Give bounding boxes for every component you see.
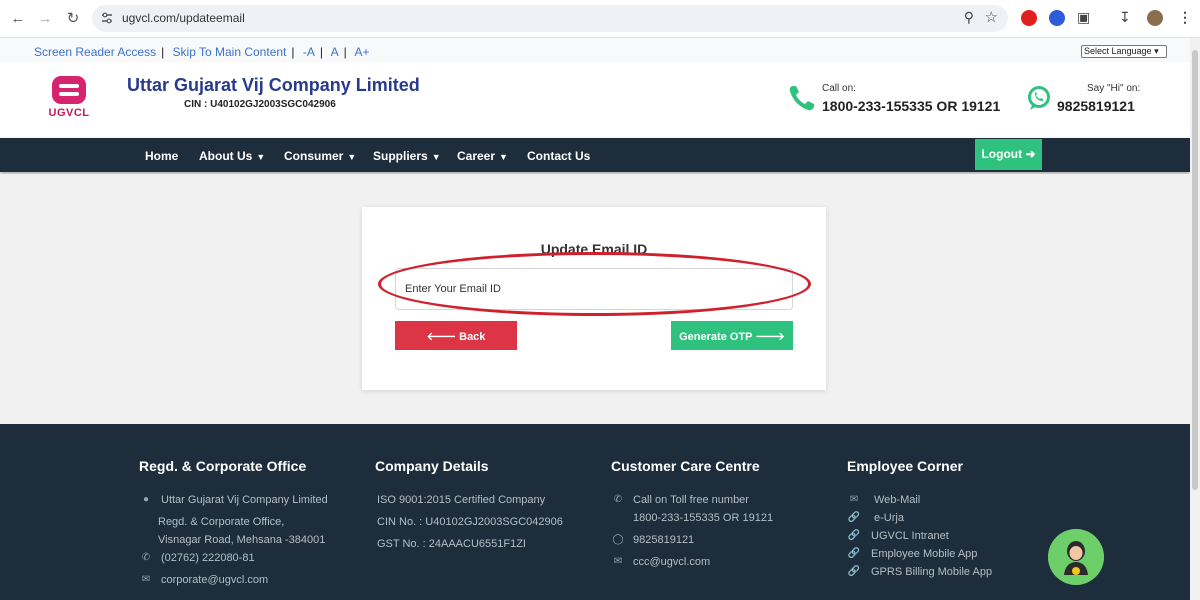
site-footer: Regd. & Corporate Office ● Uttar Gujarat … bbox=[0, 424, 1190, 600]
footer-iso: ISO 9001:2015 Certified Company bbox=[377, 494, 546, 506]
reload-icon[interactable]: ↻ bbox=[63, 9, 83, 29]
font-decrease-link[interactable]: -A bbox=[303, 45, 315, 59]
nav-contact-us[interactable]: Contact Us bbox=[527, 149, 590, 163]
page-scrollbar[interactable] bbox=[1190, 38, 1200, 600]
update-email-card: Update Email ID 🡐 Back Generate OTP 🡒 bbox=[362, 207, 826, 390]
link-icon: 🔗 bbox=[847, 548, 861, 559]
font-increase-link[interactable]: A+ bbox=[354, 45, 369, 59]
extensions-puzzle-icon[interactable]: ▣ bbox=[1077, 9, 1090, 26]
main-nav: Home About Us ▼ Consumer ▼ Suppliers ▼ Care… bbox=[0, 138, 1190, 172]
font-normal-link[interactable]: A bbox=[331, 45, 339, 59]
footer-company-details: Company Details ISO 9001:2015 Certified … bbox=[375, 458, 595, 553]
call-label: Call on: bbox=[822, 83, 856, 94]
footer-link-eurja[interactable]: 🔗 e-Urja bbox=[847, 509, 1047, 527]
link-icon: 🔗 bbox=[847, 566, 861, 577]
address-bar[interactable]: ugvcl.com/updateemail ⚲ ☆ bbox=[92, 5, 1008, 32]
form-title: Update Email ID bbox=[540, 241, 648, 257]
footer-employee-corner: Employee Corner ✉ Web-Mail 🔗 e-Urja 🔗 UGVCL… bbox=[847, 458, 1047, 581]
nav-consumer[interactable]: Consumer ▼ bbox=[284, 149, 356, 163]
footer-office-title: Regd. & Corporate Office bbox=[139, 458, 307, 474]
footer-care-title: Customer Care Centre bbox=[611, 458, 760, 474]
envelope-icon: ✉ bbox=[613, 556, 623, 567]
link-icon: 🔗 bbox=[847, 512, 861, 523]
scrollbar-thumb[interactable] bbox=[1192, 50, 1198, 490]
skip-main-link[interactable]: Skip To Main Content bbox=[173, 45, 287, 59]
phone-icon: ✆ bbox=[613, 494, 623, 505]
chevron-down-icon: ▼ bbox=[256, 152, 266, 162]
ugvcl-logo[interactable]: UGVCL bbox=[47, 76, 91, 126]
url-text[interactable]: ugvcl.com/updateemail bbox=[122, 11, 245, 25]
chatbot-avatar-icon[interactable] bbox=[1048, 529, 1104, 585]
link-icon: 🔗 bbox=[847, 530, 861, 541]
whatsapp-icon bbox=[1028, 86, 1050, 110]
profile-avatar-icon[interactable] bbox=[1147, 10, 1163, 26]
opera-extension-icon[interactable] bbox=[1021, 10, 1037, 26]
site-info-icon[interactable] bbox=[100, 11, 114, 25]
envelope-icon: ✉ bbox=[141, 574, 151, 585]
footer-employee-title: Employee Corner bbox=[847, 458, 963, 474]
footer-gst: GST No. : 24AAACU6551F1ZI bbox=[377, 538, 526, 550]
footer-customer-care: Customer Care Centre ✆ Call on Toll free … bbox=[611, 458, 831, 571]
chevron-down-icon: ▼ bbox=[431, 152, 441, 162]
arrow-left-icon: 🡐 bbox=[426, 330, 457, 343]
company-name: Uttar Gujarat Vij Company Limited bbox=[127, 75, 420, 95]
back-button[interactable]: 🡐 Back bbox=[395, 321, 517, 350]
footer-office-company: ● Uttar Gujarat Vij Company Limited bbox=[139, 491, 359, 509]
footer-office: Regd. & Corporate Office ● Uttar Gujarat … bbox=[139, 458, 359, 589]
footer-cin: CIN No. : U40102GJ2003SGC042906 bbox=[377, 516, 563, 528]
chevron-down-icon: ▼ bbox=[347, 152, 357, 162]
language-select[interactable]: Select Language ▾ bbox=[1081, 45, 1167, 58]
footer-toll-number[interactable]: 1800-233-155335 OR 19121 bbox=[611, 509, 831, 527]
chevron-down-icon: ▼ bbox=[499, 152, 508, 162]
accessibility-bar: Screen Reader Access | Skip To Main Conte… bbox=[0, 38, 1200, 62]
nav-about-us[interactable]: About Us ▼ bbox=[199, 149, 265, 163]
envelope-icon: ✉ bbox=[849, 494, 859, 505]
footer-office-addr2: Visnagar Road, Mehsana -384001 bbox=[158, 534, 326, 546]
whatsapp-number[interactable]: 9825819121 bbox=[1057, 98, 1135, 114]
footer-link-gprs-app[interactable]: 🔗 GPRS Billing Mobile App bbox=[847, 563, 1047, 581]
nav-home[interactable]: Home bbox=[145, 149, 178, 163]
generate-otp-button[interactable]: Generate OTP 🡒 bbox=[671, 321, 793, 350]
footer-toll-label: ✆ Call on Toll free number bbox=[611, 491, 831, 509]
arrow-right-icon: 🡒 bbox=[755, 330, 785, 343]
extension-icon[interactable] bbox=[1049, 10, 1065, 26]
site-header: UGVCL Uttar Gujarat Vij Company Limited … bbox=[0, 62, 1190, 138]
phone-icon: ✆ bbox=[141, 552, 151, 563]
main-content: Update Email ID 🡐 Back Generate OTP 🡒 bbox=[0, 174, 1190, 424]
footer-care-email[interactable]: ✉ ccc@ugvcl.com bbox=[611, 553, 831, 571]
footer-link-mobile-app[interactable]: 🔗 Employee Mobile App bbox=[847, 545, 1047, 563]
whatsapp-label: Say "Hi" on: bbox=[1087, 83, 1141, 94]
footer-whatsapp[interactable]: ◯ 9825819121 bbox=[611, 531, 831, 549]
footer-company-title: Company Details bbox=[375, 458, 489, 474]
forward-arrow-icon[interactable]: → bbox=[35, 9, 55, 29]
nav-suppliers[interactable]: Suppliers ▼ bbox=[373, 149, 441, 163]
back-arrow-icon[interactable]: ← bbox=[8, 9, 28, 29]
zoom-icon[interactable]: ⚲ bbox=[964, 9, 974, 26]
footer-office-addr1: Regd. & Corporate Office, bbox=[158, 516, 285, 528]
menu-kebab-icon[interactable]: ⋮ bbox=[1178, 9, 1192, 26]
screen-reader-link[interactable]: Screen Reader Access bbox=[34, 45, 156, 59]
phone-icon bbox=[789, 86, 814, 111]
location-pin-icon: ● bbox=[142, 494, 150, 505]
download-icon[interactable]: ↧ bbox=[1119, 9, 1131, 26]
whatsapp-icon: ◯ bbox=[612, 534, 624, 545]
footer-office-email[interactable]: ✉ corporate@ugvcl.com bbox=[139, 571, 359, 589]
footer-link-intranet[interactable]: 🔗 UGVCL Intranet bbox=[847, 527, 1047, 545]
sign-out-icon: ➜ bbox=[1025, 147, 1036, 161]
email-input[interactable] bbox=[395, 268, 793, 310]
footer-office-phone[interactable]: ✆ (02762) 222080-81 bbox=[139, 549, 359, 567]
browser-toolbar: ← → ↻ ugvcl.com/updateemail ⚲ ☆ ▣ ↧ ⋮ bbox=[0, 0, 1200, 38]
logout-button[interactable]: Logout ➜ bbox=[975, 139, 1042, 170]
nav-career[interactable]: Career ▼ bbox=[457, 149, 508, 163]
company-cin: CIN : U40102GJ2003SGC042906 bbox=[184, 99, 336, 110]
footer-link-webmail[interactable]: ✉ Web-Mail bbox=[847, 491, 1047, 509]
call-number[interactable]: 1800-233-155335 OR 19121 bbox=[822, 98, 1000, 114]
bookmark-star-icon[interactable]: ☆ bbox=[985, 8, 998, 26]
